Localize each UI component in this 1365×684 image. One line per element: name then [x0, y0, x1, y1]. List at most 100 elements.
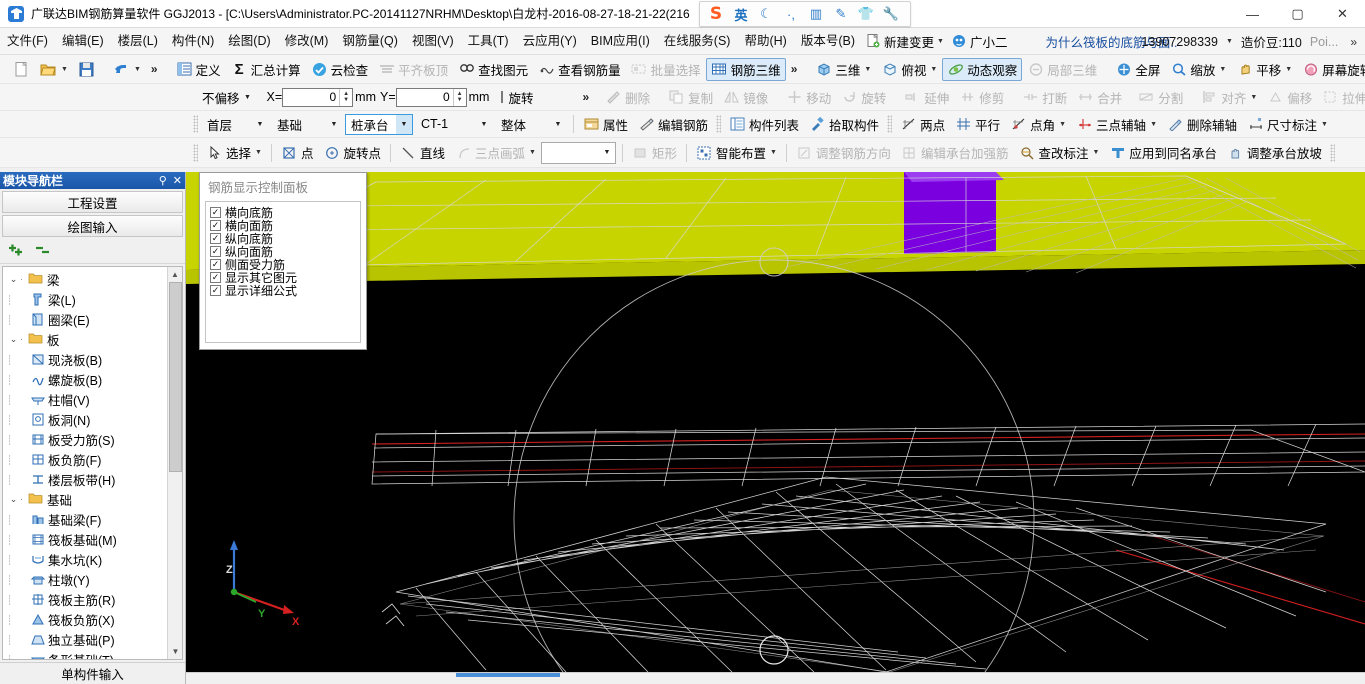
chevron-down-icon[interactable]: ⌄: [7, 334, 20, 345]
tree-item-2[interactable]: ┊ 圈梁(E): [3, 309, 182, 329]
zoom-chevron-down-icon[interactable]: ▼: [1219, 66, 1226, 73]
tree-item-4[interactable]: ┊ 现浇板(B): [3, 349, 182, 369]
offset-mode-chevron-down-icon[interactable]: ▼: [240, 88, 256, 107]
ime-keyboard-icon[interactable]: ▥: [805, 4, 827, 24]
checkbox-icon[interactable]: ✓: [210, 220, 221, 231]
ime-moon-icon[interactable]: ☾: [755, 4, 777, 24]
component-list-button[interactable]: 构件列表: [724, 113, 804, 136]
checkbox-icon[interactable]: ✓: [210, 233, 221, 244]
select-chevron-down-icon[interactable]: ▼: [255, 149, 262, 156]
check-annotation-chevron-down-icon[interactable]: ▼: [1092, 149, 1099, 156]
menu-overflow-icon[interactable]: »: [1346, 35, 1361, 49]
x-offset-spinner[interactable]: ▲▼: [282, 87, 354, 107]
tree-item-12[interactable]: ┊ 基础梁(F): [3, 509, 182, 529]
checkbox-icon[interactable]: ✓: [210, 259, 221, 270]
zoom-button[interactable]: 缩放 ▼: [1165, 58, 1231, 81]
tree-item-8[interactable]: ┊ 板受力筋(S): [3, 429, 182, 449]
y-offset-spinner[interactable]: ▲▼: [395, 87, 467, 107]
3d-viewport[interactable]: Z Y X 钢筋显示控制面板 ✓ 横向底筋 ✓ 横向面筋 ✓ 纵向底筋 ✓ 纵向面筋 ✓ 侧面受力…: [186, 172, 1365, 672]
rotate-point-tool-button[interactable]: 旋转点: [318, 141, 386, 164]
drawing-input-button[interactable]: 绘图输入: [2, 215, 183, 237]
check-annotation-button[interactable]: 查改标注 ▼: [1013, 141, 1104, 164]
tb3-grip[interactable]: [193, 115, 198, 133]
dynamic-observe-button[interactable]: 动态观察: [942, 57, 1023, 81]
rotate-checkbox[interactable]: [501, 91, 504, 103]
toolbar-overflow-icon-2[interactable]: »: [786, 62, 803, 76]
tree-item-10[interactable]: ┊ 楼层板带(H): [3, 469, 182, 489]
single-component-input-button[interactable]: 单构件输入: [0, 662, 185, 684]
tree-item-16[interactable]: ┊ 筏板主筋(R): [3, 589, 182, 609]
y-offset-input[interactable]: [396, 90, 453, 104]
two-point-axis-button[interactable]: 两点: [895, 113, 950, 136]
menu-help[interactable]: 帮助(H): [737, 30, 793, 53]
new-change-button[interactable]: 新建变更 ▼: [862, 30, 948, 53]
sogou-logo-icon[interactable]: S: [705, 4, 727, 24]
menu-edit[interactable]: 编辑(E): [55, 30, 111, 53]
tree-scrollbar[interactable]: ▲ ▼: [167, 267, 182, 659]
component-type-combo[interactable]: 桩承台 ▼: [345, 113, 413, 135]
tree-item-5[interactable]: ┊ 螺旋板(B): [3, 369, 182, 389]
apply-same-cap-button[interactable]: 应用到同名承台: [1104, 141, 1222, 164]
scroll-down-icon[interactable]: ▼: [168, 644, 182, 659]
scroll-up-icon[interactable]: ▲: [168, 267, 182, 282]
tree-item-1[interactable]: ┊ 梁(L): [3, 289, 182, 309]
x-offset-input[interactable]: [283, 90, 340, 104]
tree-item-13[interactable]: ┊ 筏板基础(M): [3, 529, 182, 549]
top-view-button[interactable]: 俯视 ▼: [876, 58, 942, 81]
tree-folder-11[interactable]: ⌄ · 基础: [3, 489, 182, 509]
account-chevron-down-icon[interactable]: ▼: [1226, 38, 1233, 45]
ime-language-icon[interactable]: 英: [730, 4, 752, 24]
select-tool-button[interactable]: 选择 ▼: [201, 141, 267, 164]
find-element-button[interactable]: 查找图元: [453, 58, 533, 81]
offset-mode-combo[interactable]: 不偏移 ▼: [196, 87, 257, 108]
line-tool-button[interactable]: 直线: [395, 141, 450, 164]
floor-chevron-down-icon[interactable]: ▼: [252, 115, 268, 134]
menu-rebar-quantity[interactable]: 钢筋量(Q): [335, 30, 405, 53]
tree-item-17[interactable]: ┊ 筏板负筋(X): [3, 609, 182, 629]
menu-draw[interactable]: 绘图(D): [221, 30, 277, 53]
display-mode-combo[interactable]: 整体 ▼: [495, 114, 567, 135]
menu-bim-app[interactable]: BIM应用(I): [584, 30, 657, 53]
fullscreen-button[interactable]: 全屏: [1110, 58, 1165, 81]
view-3d-button[interactable]: 三维 ▼: [810, 58, 876, 81]
tree-item-14[interactable]: ┊ 集水坑(K): [3, 549, 182, 569]
define-button[interactable]: 定义: [171, 58, 226, 81]
menu-view[interactable]: 视图(V): [405, 30, 461, 53]
scroll-thumb[interactable]: [169, 282, 182, 472]
component-name-combo[interactable]: CT-1 ▼: [415, 114, 493, 135]
tree-item-9[interactable]: ┊ 板负筋(F): [3, 449, 182, 469]
tb2-overflow-icon[interactable]: »: [577, 90, 594, 104]
parallel-axis-button[interactable]: 平行: [950, 113, 1005, 136]
y-spin-buttons[interactable]: ▲ ▼: [452, 88, 466, 106]
rebar-display-control-panel[interactable]: 钢筋显示控制面板 ✓ 横向底筋 ✓ 横向面筋 ✓ 纵向底筋 ✓ 纵向面筋 ✓ 侧面受力筋 ✓ 显示其它…: [199, 172, 367, 350]
menu-cloud-app[interactable]: 云应用(Y): [516, 30, 584, 53]
undo-chevron-down-icon[interactable]: ▼: [134, 66, 141, 73]
tb3-grip-2[interactable]: [716, 115, 722, 133]
checkbox-icon[interactable]: ✓: [210, 246, 221, 257]
checkbox-icon[interactable]: ✓: [210, 207, 221, 218]
properties-button[interactable]: 属性: [578, 113, 633, 136]
rebar-panel-options[interactable]: ✓ 横向底筋 ✓ 横向面筋 ✓ 纵向底筋 ✓ 纵向面筋 ✓ 侧面受力筋 ✓ 显示其它图元 ✓ 显示详细公式: [205, 201, 361, 343]
new-file-button[interactable]: [8, 58, 35, 81]
checkbox-icon[interactable]: ✓: [210, 272, 221, 283]
pin-icon[interactable]: ⚲: [159, 174, 167, 187]
floor-combo[interactable]: 首层 ▼: [201, 114, 269, 135]
delete-axis-button[interactable]: 删除辅轴: [1162, 113, 1242, 136]
edit-rebar-button[interactable]: 编辑钢筋: [633, 113, 713, 136]
category-chevron-down-icon[interactable]: ▼: [326, 115, 342, 134]
tree-item-6[interactable]: ┊ 柱帽(V): [3, 389, 182, 409]
ime-inputtool-icon[interactable]: ✎: [830, 4, 852, 24]
menu-online-service[interactable]: 在线服务(S): [657, 30, 738, 53]
point-tool-button[interactable]: 点: [276, 141, 319, 164]
pan-chevron-down-icon[interactable]: ▼: [1285, 66, 1292, 73]
chevron-down-icon[interactable]: ⌄: [7, 494, 20, 505]
checkbox-icon[interactable]: ✓: [210, 285, 221, 296]
menu-version[interactable]: 版本号(B): [794, 30, 862, 53]
cloud-check-button[interactable]: 云检查: [306, 58, 374, 81]
align-chevron-down-icon[interactable]: ▼: [1250, 94, 1257, 101]
toolbar-overflow-icon-1[interactable]: »: [146, 62, 163, 76]
dimension-chevron-down-icon[interactable]: ▼: [1321, 121, 1328, 128]
pan-button[interactable]: 平移 ▼: [1231, 58, 1297, 81]
top-view-chevron-down-icon[interactable]: ▼: [930, 66, 937, 73]
tb3-grip-3[interactable]: [887, 115, 893, 133]
